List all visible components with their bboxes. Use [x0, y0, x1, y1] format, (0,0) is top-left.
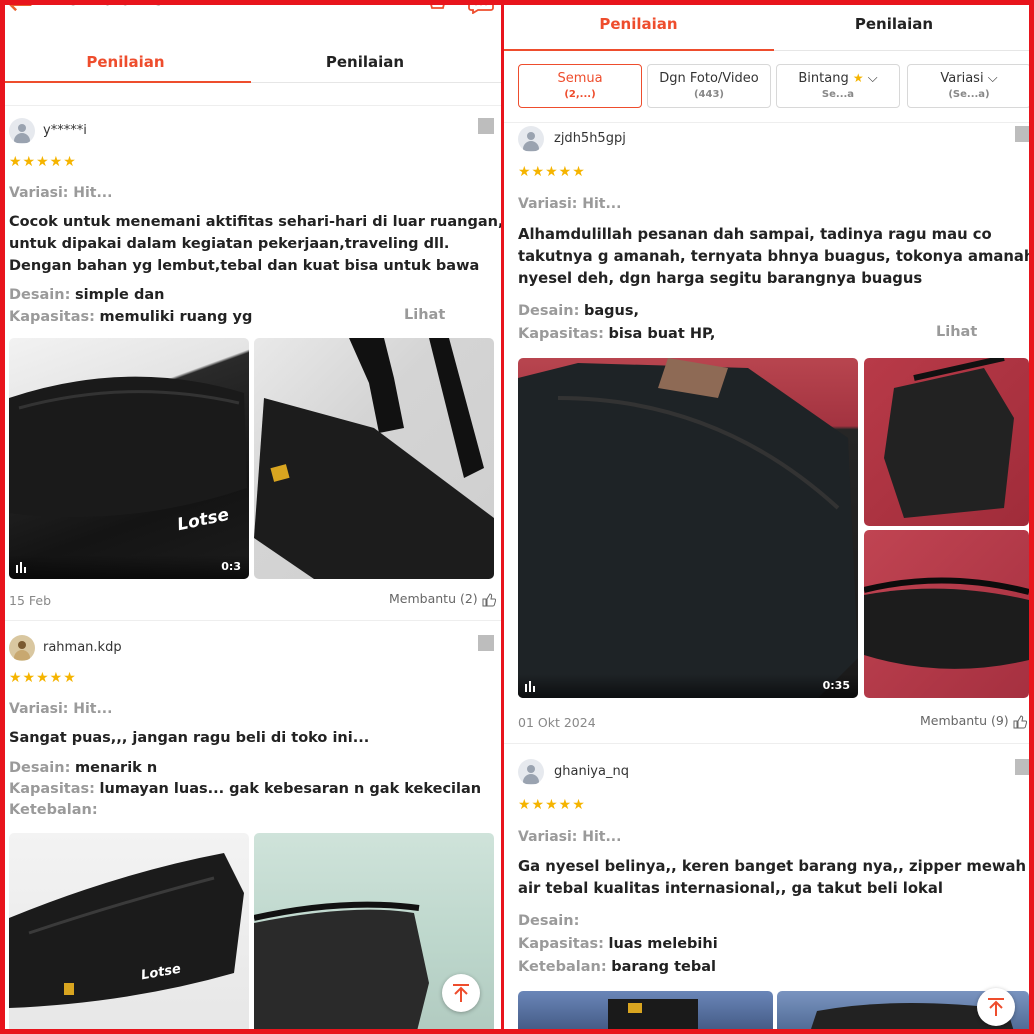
- see-more-link[interactable]: Lihat: [936, 324, 977, 340]
- bag-photo: [608, 999, 698, 1034]
- review-photo[interactable]: [254, 338, 494, 579]
- review-attribute-ketebalan: Ketebalan:: [9, 802, 98, 818]
- thumbs-up-icon: [482, 592, 496, 606]
- review-text-line: Cocok untuk menemani aktifitas sehari-ha…: [9, 214, 503, 230]
- review-variant: Variasi: Hit...: [518, 829, 622, 845]
- filter-chip-variasi[interactable]: Variasi ⌵ (Se...a): [907, 64, 1031, 108]
- scroll-to-top-button[interactable]: [442, 974, 480, 1012]
- bag-photo: [9, 853, 244, 1008]
- review-attribute-kapasitas: Kapasitas: luas melebihi: [518, 936, 718, 952]
- tab-penilaian-active[interactable]: Penilaian: [503, 4, 774, 51]
- review-tabs: Penilaian Penilaian: [0, 42, 503, 83]
- bag-photo: [864, 577, 1029, 669]
- review-username: zjdh5h5gpj: [554, 131, 626, 146]
- review-username: ghaniya_nq: [554, 764, 629, 779]
- video-duration: 0:3: [221, 560, 241, 573]
- header-bar: ← Penilaian &: [0, 0, 503, 24]
- review-attribute-desain: Desain: simple dan: [9, 287, 165, 303]
- chevron-down-icon: ⌵: [987, 71, 998, 86]
- review-attribute-ketebalan: Ketebalan: barang tebal: [518, 959, 716, 975]
- review-text-line: takutnya g amanah, ternyata bhnya buagus…: [518, 248, 1034, 265]
- back-arrow-icon[interactable]: ←: [8, 0, 33, 20]
- section-separator: [0, 105, 503, 106]
- review-attribute-desain: Desain:: [518, 913, 580, 929]
- review-text-line: air tebal kualitas internasional,, ga ta…: [518, 880, 943, 897]
- see-more-link[interactable]: Lihat: [404, 307, 445, 323]
- review-username: y*****i: [43, 123, 87, 138]
- review-variant: Variasi: Hit...: [9, 185, 113, 201]
- right-screenshot-panel: Penilaian Penilaian Semua (2,...) Dgn Fot…: [503, 0, 1034, 1034]
- review-video-thumbnail[interactable]: 0:35: [518, 358, 858, 698]
- review-variant: Variasi: Hit...: [9, 701, 113, 717]
- review-card: rahman.kdp ★★★★★ Variasi: Hit... Sangat …: [9, 635, 495, 1034]
- tab-penilaian-active[interactable]: Penilaian: [0, 42, 251, 83]
- star-icon: ★: [852, 71, 864, 85]
- arrow-up-icon: [453, 984, 469, 1002]
- review-photo[interactable]: Lotse: [9, 833, 249, 1034]
- chat-icon[interactable]: [468, 0, 494, 14]
- video-duration: 0:35: [822, 679, 850, 692]
- review-attribute-kapasitas: Kapasitas: bisa buat HP,: [518, 326, 716, 342]
- page-title: Penilaian &: [55, 0, 167, 10]
- bag-photo: [884, 358, 1014, 518]
- review-photo[interactable]: [864, 530, 1029, 698]
- scroll-to-top-button[interactable]: [977, 988, 1015, 1026]
- filter-chip-bintang[interactable]: Bintang ★ ⌵ Se...a: [776, 64, 900, 108]
- helpful-button[interactable]: Membantu (9): [920, 713, 1027, 729]
- avatar[interactable]: [518, 759, 544, 785]
- video-icon: [16, 562, 26, 573]
- filter-row: Semua (2,...) Dgn Foto/Video (443) Bintang…: [503, 52, 1034, 123]
- rating-stars: ★★★★★: [9, 154, 77, 170]
- left-screenshot-panel: ← Penilaian & Penilaian Penilaian y*****…: [0, 0, 503, 1034]
- review-attribute-desain: Desain: menarik n: [9, 760, 158, 776]
- review-photo[interactable]: [518, 991, 773, 1034]
- review-photo[interactable]: [864, 358, 1029, 526]
- panel-divider: [501, 0, 504, 1034]
- rating-stars: ★★★★★: [518, 164, 586, 180]
- filter-chip-foto-video[interactable]: Dgn Foto/Video (443): [647, 64, 771, 108]
- avatar[interactable]: [518, 126, 544, 152]
- arrow-up-icon: [988, 998, 1004, 1016]
- tab-penilaian[interactable]: Penilaian: [251, 42, 479, 82]
- thumbs-up-icon: [1013, 714, 1027, 728]
- review-attribute-kapasitas: Kapasitas: memuliki ruang yg: [9, 309, 253, 325]
- bag-photo: [9, 376, 247, 518]
- review-variant: Variasi: Hit...: [518, 196, 622, 212]
- review-text-line: untuk dipakai dalam kegiatan pekerjaan,t…: [9, 236, 450, 252]
- bag-photo: [518, 358, 858, 698]
- helpful-button[interactable]: Membantu (2): [389, 591, 496, 607]
- cart-icon[interactable]: [424, 0, 446, 12]
- chevron-down-icon: ⌵: [867, 71, 878, 86]
- review-text-line: Dengan bahan yg lembut,tebal dan kuat bi…: [9, 258, 480, 274]
- more-options-icon[interactable]: [1015, 759, 1031, 775]
- more-options-icon[interactable]: [478, 635, 494, 651]
- video-icon: [525, 681, 535, 692]
- review-tabs: Penilaian Penilaian: [503, 4, 1034, 51]
- review-text-line: nyesel deh, dgn harga segitu barangnya b…: [518, 270, 923, 287]
- more-options-icon[interactable]: [478, 118, 494, 134]
- review-card: ghaniya_nq ★★★★★ Variasi: Hit... Ga nyes…: [518, 759, 1034, 1034]
- review-date: 15 Feb: [9, 593, 52, 608]
- bag-photo: [254, 338, 494, 579]
- review-username: rahman.kdp: [43, 640, 122, 655]
- section-separator: [503, 743, 1034, 744]
- review-video-thumbnail[interactable]: Lotse 0:3: [9, 338, 249, 579]
- review-card: y*****i ★★★★★ Variasi: Hit... Cocok untu…: [9, 118, 503, 618]
- review-date: 01 Okt 2024: [518, 715, 596, 730]
- section-separator: [0, 620, 503, 621]
- more-options-icon[interactable]: [1015, 126, 1031, 142]
- rating-stars: ★★★★★: [9, 670, 77, 686]
- filter-chip-semua[interactable]: Semua (2,...): [518, 64, 642, 108]
- tab-penilaian[interactable]: Penilaian: [774, 4, 1014, 50]
- review-text-line: Ga nyesel belinya,, keren banget barang …: [518, 858, 1034, 875]
- review-card: zjdh5h5gpj ★★★★★ Variasi: Hit... Alhamdu…: [518, 126, 1034, 736]
- review-text-line: Alhamdulillah pesanan dah sampai, tadiny…: [518, 226, 992, 243]
- avatar[interactable]: [9, 635, 35, 661]
- rating-stars: ★★★★★: [518, 797, 586, 813]
- review-attribute-kapasitas: Kapasitas: lumayan luas... gak kebesaran…: [9, 781, 482, 797]
- review-attribute-desain: Desain: bagus,: [518, 303, 640, 319]
- review-text-line: Sangat puas,,, jangan ragu beli di toko …: [9, 730, 370, 746]
- avatar[interactable]: [9, 118, 35, 144]
